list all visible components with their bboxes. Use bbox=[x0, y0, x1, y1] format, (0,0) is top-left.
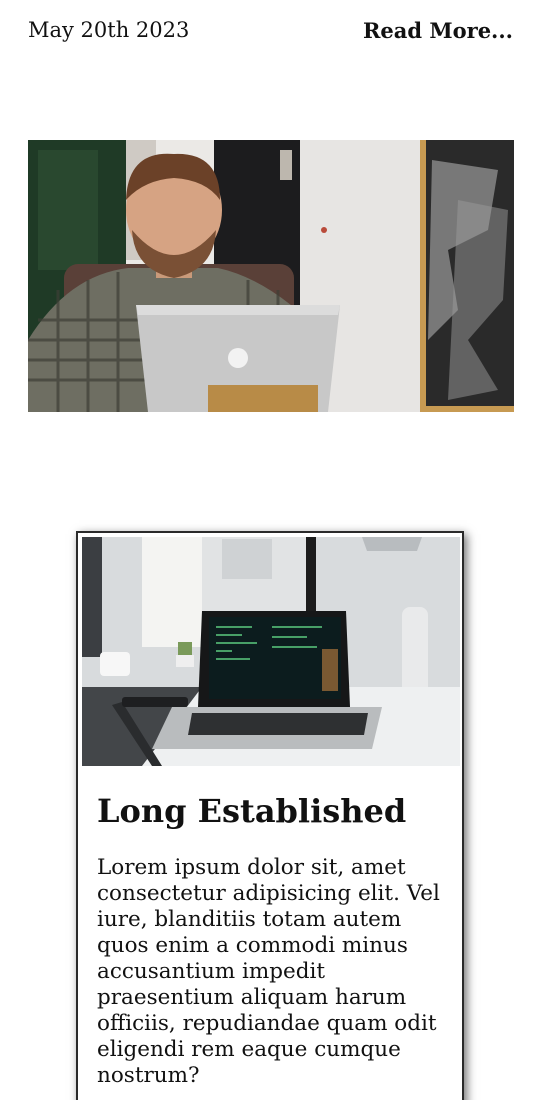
read-more-link[interactable]: Read More... bbox=[363, 18, 513, 43]
card-image bbox=[82, 537, 460, 766]
post-date: May 20th 2023 bbox=[28, 18, 190, 42]
hero-photo bbox=[28, 140, 514, 412]
card-title: Long Established bbox=[97, 792, 407, 830]
article-card[interactable]: Long Established Lorem ipsum dolor sit, … bbox=[76, 531, 464, 1100]
laptop-on-desk-photo bbox=[82, 537, 460, 766]
man-with-laptop-photo bbox=[28, 140, 514, 412]
post-meta-row: May 20th 2023 Read More... bbox=[28, 14, 513, 46]
card-body-text: Lorem ipsum dolor sit, amet consectetur … bbox=[97, 855, 440, 1088]
blog-page: May 20th 2023 Read More... Long Establis… bbox=[0, 0, 540, 1100]
